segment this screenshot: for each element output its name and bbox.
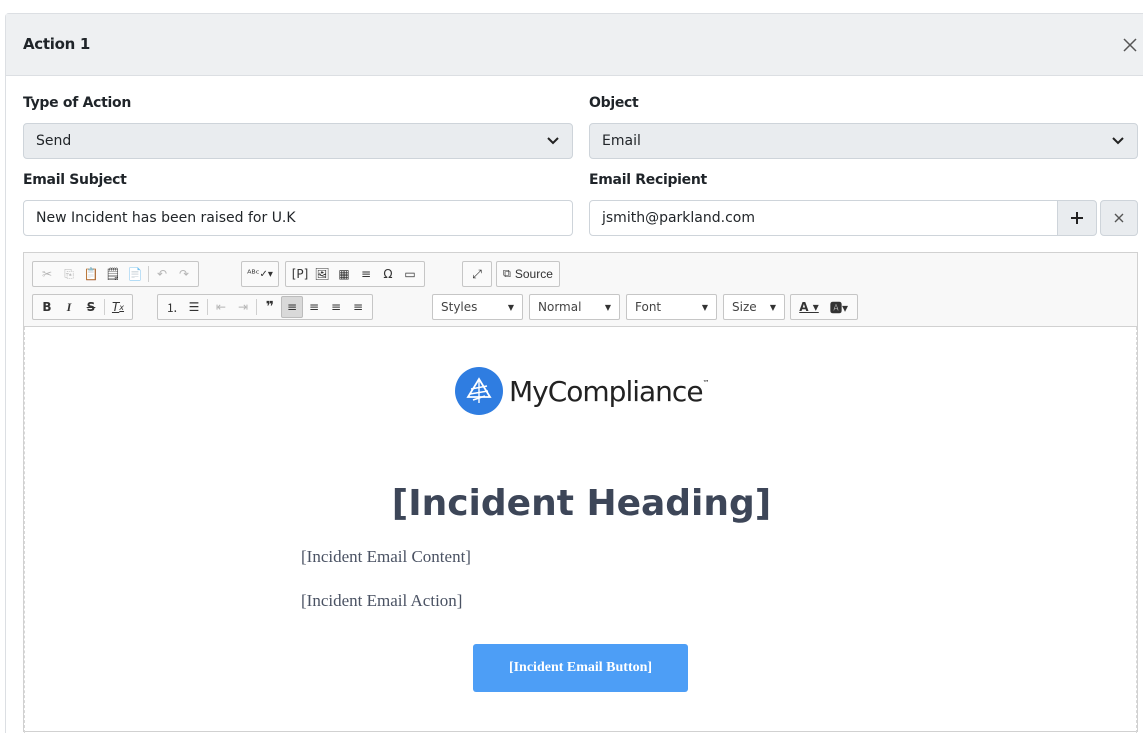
format-dropdown-label: Normal (538, 300, 582, 314)
close-button[interactable] (1117, 32, 1143, 58)
email-subject-input[interactable]: New Incident has been raised for U.K (23, 200, 573, 236)
modal-header: Action 1 (6, 14, 1143, 76)
email-recipient-value: jsmith@parkland.com (602, 210, 755, 226)
action-modal: Action 1 Type of Action Send Object Emai… (5, 13, 1143, 733)
horizontal-line-icon[interactable]: ≡ (355, 263, 377, 285)
color-group: A ▾ 🅰▾ (790, 294, 858, 320)
undo-icon[interactable]: ↶ (151, 263, 173, 285)
font-dropdown-label: Font (635, 300, 662, 314)
incident-heading: [Incident Heading] (391, 483, 772, 524)
toolbar-separator (104, 299, 105, 315)
mycompliance-logo: MyCompliance™ (455, 367, 710, 415)
chevron-down-icon (1112, 137, 1124, 145)
caret-down-icon: ▼ (507, 302, 514, 312)
special-char-icon[interactable]: Ω (377, 263, 399, 285)
source-label: Source (514, 267, 553, 281)
type-of-action-select[interactable]: Send (23, 123, 573, 159)
email-recipient-label: Email Recipient (589, 172, 707, 188)
size-dropdown-label: Size (732, 300, 757, 314)
email-recipient-input[interactable]: jsmith@parkland.com (589, 200, 1059, 236)
caret-down-icon: ▼ (604, 302, 611, 312)
basic-styles-group: B I S Tx (32, 294, 133, 320)
paste-icon[interactable]: 📋 (80, 263, 102, 285)
mycompliance-logo-icon (455, 367, 503, 415)
spellcheck-icon[interactable]: ᴬᴮᶜ✓▾ (245, 263, 275, 285)
plus-icon (1071, 212, 1083, 224)
paragraph-group: ⒈ ☰ ⇤ ⇥ ❞ ≡ ≡ ≡ ≡ (157, 294, 373, 320)
close-icon (1114, 213, 1124, 223)
editor-content[interactable]: MyCompliance™ [Incident Heading] [Incide… (24, 327, 1137, 733)
incident-email-button[interactable]: [Incident Email Button] (473, 644, 688, 692)
caret-down-icon: ▼ (769, 302, 776, 312)
maximize-icon[interactable]: ⤢ (466, 263, 488, 285)
remove-format-icon[interactable]: Tx (107, 296, 129, 318)
type-of-action-label: Type of Action (23, 95, 131, 111)
add-recipient-button[interactable] (1057, 200, 1097, 236)
remove-recipient-button[interactable] (1100, 200, 1138, 236)
toolbar-separator (148, 266, 149, 282)
incident-email-content: [Incident Email Content] (301, 547, 471, 566)
table-icon[interactable]: ▦ (333, 263, 355, 285)
format-dropdown[interactable]: Normal ▼ (529, 294, 620, 320)
source-button[interactable]: ⧉ Source (496, 261, 560, 287)
iframe-icon[interactable]: ▭ (399, 263, 421, 285)
incident-email-action: [Incident Email Action] (301, 591, 463, 610)
toolbar-separator (207, 299, 208, 315)
rich-text-editor: ✂ ⎘ 📋 🗒 📄 ↶ ↷ ᴬᴮᶜ✓▾ [P] 🖼 ▦ ≡ Ω ▭ ⤢ ⧉ So… (23, 252, 1138, 733)
size-dropdown[interactable]: Size ▼ (723, 294, 785, 320)
numbered-list-icon[interactable]: ⒈ (161, 296, 183, 318)
strikethrough-icon[interactable]: S (80, 296, 102, 318)
logo-text: MyCompliance (509, 374, 704, 408)
spellcheck-group: ᴬᴮᶜ✓▾ (241, 261, 279, 287)
modal-title: Action 1 (23, 35, 91, 53)
insert-group: [P] 🖼 ▦ ≡ Ω ▭ (285, 261, 425, 287)
justify-icon[interactable]: ≡ (347, 296, 369, 318)
close-icon (1123, 38, 1137, 52)
image-icon[interactable]: 🖼 (311, 263, 333, 285)
align-center-icon[interactable]: ≡ (303, 296, 325, 318)
placeholder-icon[interactable]: [P] (289, 263, 311, 285)
background-color-icon[interactable]: 🅰▾ (824, 296, 854, 318)
styles-dropdown-label: Styles (441, 300, 478, 314)
clipboard-group: ✂ ⎘ 📋 🗒 📄 ↶ ↷ (32, 261, 199, 287)
font-dropdown[interactable]: Font ▼ (626, 294, 717, 320)
blockquote-icon[interactable]: ❞ (259, 296, 281, 318)
email-subject-value: New Incident has been raised for U.K (36, 210, 296, 226)
chevron-down-icon (547, 137, 559, 145)
type-of-action-value: Send (36, 133, 72, 149)
bold-icon[interactable]: B (36, 296, 58, 318)
outdent-icon[interactable]: ⇤ (210, 296, 232, 318)
align-left-icon[interactable]: ≡ (281, 296, 303, 318)
indent-icon[interactable]: ⇥ (232, 296, 254, 318)
logo-wordmark: MyCompliance™ (509, 374, 710, 408)
editor-toolbar: ✂ ⎘ 📋 🗒 📄 ↶ ↷ ᴬᴮᶜ✓▾ [P] 🖼 ▦ ≡ Ω ▭ ⤢ ⧉ So… (24, 253, 1137, 327)
copy-icon[interactable]: ⎘ (58, 263, 80, 285)
bulleted-list-icon[interactable]: ☰ (183, 296, 205, 318)
text-color-icon[interactable]: A ▾ (794, 296, 824, 318)
paste-text-icon[interactable]: 🗒 (102, 263, 124, 285)
toolbar-separator (256, 299, 257, 315)
object-value: Email (602, 133, 641, 149)
redo-icon[interactable]: ↷ (173, 263, 195, 285)
maximize-group: ⤢ (462, 261, 492, 287)
cut-icon[interactable]: ✂ (36, 263, 58, 285)
logo-trademark: ™ (702, 378, 710, 387)
italic-icon[interactable]: I (58, 296, 80, 318)
email-subject-label: Email Subject (23, 172, 127, 188)
object-label: Object (589, 95, 639, 111)
caret-down-icon: ▼ (701, 302, 708, 312)
align-right-icon[interactable]: ≡ (325, 296, 347, 318)
styles-dropdown[interactable]: Styles ▼ (432, 294, 523, 320)
source-icon: ⧉ (503, 267, 511, 280)
object-select[interactable]: Email (589, 123, 1138, 159)
paste-word-icon[interactable]: 📄 (124, 263, 146, 285)
